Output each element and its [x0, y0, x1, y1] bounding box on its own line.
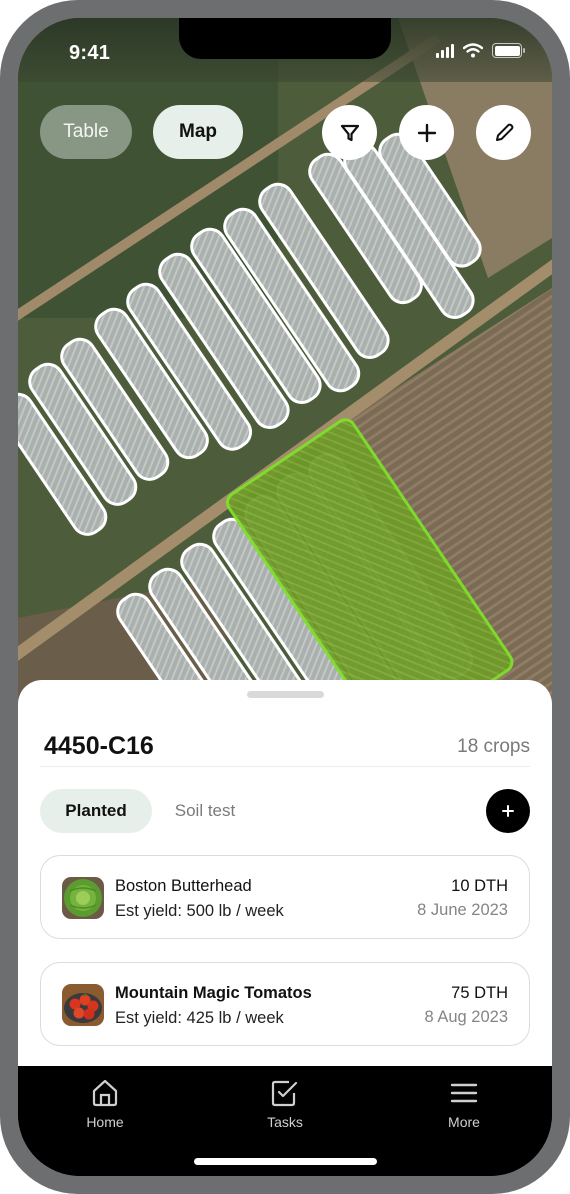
home-indicator	[194, 1158, 377, 1165]
crop-thumbnail-lettuce	[62, 877, 104, 919]
phone-frame: 9:41 Table Map 4450-C16 18 crops Planted…	[0, 0, 570, 1194]
view-toggle-table[interactable]: Table	[40, 105, 132, 159]
field-detail-sheet: 4450-C16 18 crops Planted Soil test Bost…	[18, 680, 552, 1080]
pencil-icon	[495, 123, 513, 141]
nav-home-label: Home	[86, 1114, 124, 1130]
status-icons	[436, 43, 525, 58]
field-name: 4450-C16	[44, 732, 154, 760]
crop-date: 8 Aug 2023	[424, 1008, 509, 1026]
nav-tasks[interactable]: Tasks	[235, 1078, 335, 1130]
crop-name: Mountain Magic Tomatos	[115, 984, 312, 1002]
nav-more-label: More	[448, 1114, 480, 1130]
plus-icon	[417, 123, 436, 142]
view-toggle-map[interactable]: Map	[153, 105, 243, 159]
tab-planted[interactable]: Planted	[40, 789, 152, 833]
filter-button[interactable]	[322, 105, 377, 160]
crop-count: 18 crops	[457, 736, 530, 757]
add-crop-button[interactable]	[486, 789, 530, 833]
bottom-tab-bar: Home Tasks More	[18, 1066, 552, 1176]
crop-date: 8 June 2023	[417, 901, 508, 919]
crop-yield: Est yield: 500 lb / week	[115, 902, 284, 920]
edit-button[interactable]	[476, 105, 531, 160]
crop-name: Boston Butterhead	[115, 877, 252, 895]
crop-card[interactable]: Mountain Magic Tomatos Est yield: 425 lb…	[40, 962, 530, 1046]
screen: 9:41 Table Map 4450-C16 18 crops Planted…	[18, 18, 552, 1176]
crop-card[interactable]: Boston Butterhead Est yield: 500 lb / we…	[40, 855, 530, 939]
menu-icon	[450, 1083, 478, 1103]
divider	[40, 766, 530, 767]
notch	[179, 18, 391, 59]
add-field-button[interactable]	[399, 105, 454, 160]
wifi-icon	[463, 43, 483, 58]
status-time: 9:41	[69, 42, 111, 64]
nav-more[interactable]: More	[414, 1078, 514, 1130]
nav-home[interactable]: Home	[55, 1078, 155, 1130]
crop-thumbnail-tomatoes	[62, 984, 104, 1026]
plus-icon	[502, 805, 514, 817]
sheet-drag-handle[interactable]	[247, 691, 324, 698]
tab-soil-test[interactable]: Soil test	[158, 789, 252, 833]
filter-icon	[340, 124, 359, 141]
crop-dth: 10 DTH	[451, 877, 508, 895]
crop-dth: 75 DTH	[451, 984, 508, 1002]
nav-tasks-label: Tasks	[267, 1114, 303, 1130]
cellular-signal-icon	[436, 43, 454, 58]
battery-icon	[492, 43, 525, 58]
tasks-checkbox-icon	[271, 1080, 298, 1107]
home-icon	[92, 1079, 118, 1107]
crop-yield: Est yield: 425 lb / week	[115, 1009, 284, 1027]
